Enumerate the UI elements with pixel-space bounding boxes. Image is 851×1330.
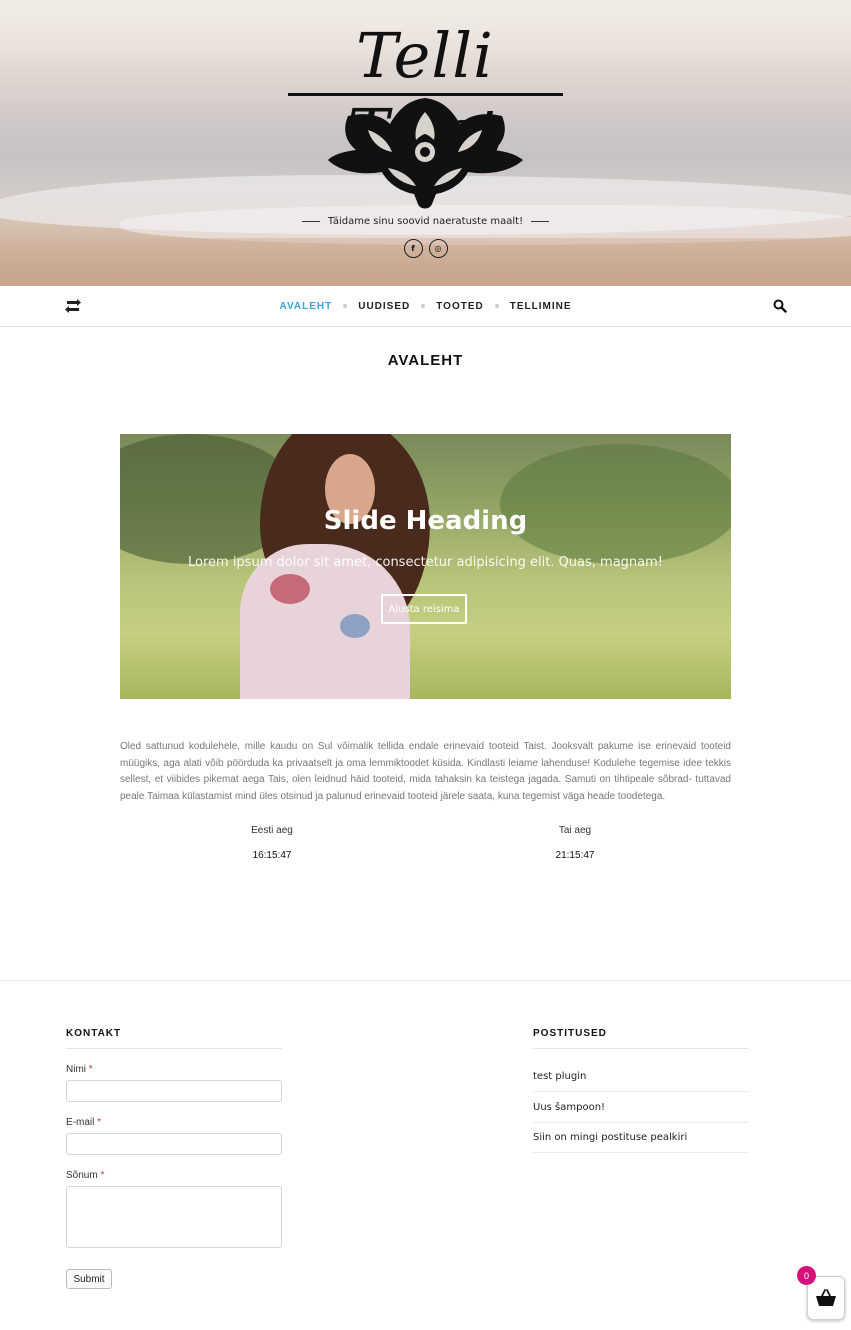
required-mark: * [97, 1117, 102, 1128]
clock-time-thailand: 21:15:47 [555, 850, 595, 861]
required-mark: * [100, 1170, 105, 1181]
clock-time-estonia: 16:15:47 [252, 850, 292, 861]
site-logo[interactable]: Telli Taist [270, 18, 580, 213]
nav-item-tooted: TOOTED [436, 301, 483, 312]
nav-link-uudised[interactable]: UUDISED [358, 301, 410, 312]
name-label: Nimi * [66, 1064, 93, 1075]
tagline-dash-left [301, 220, 320, 222]
nav-separator [484, 304, 510, 308]
main-navigation: AVALEHT UUDISED TOOTED TELLIMINE [0, 286, 851, 327]
search-icon[interactable] [773, 299, 787, 313]
header-banner: Telli Taist Täidame sinu soovid naeratus… [0, 0, 851, 286]
nav-item-tellimine: TELLIMINE [510, 301, 572, 312]
slide-background-trees [500, 444, 731, 564]
footer-divider [0, 980, 851, 981]
clock-label-estonia: Eesti aeg [251, 825, 293, 836]
slide-heading: Slide Heading [323, 506, 528, 536]
nav-link-tooted[interactable]: TOOTED [436, 301, 483, 312]
social-links: f ◎ [0, 239, 851, 258]
intro-paragraph: Oled sattunud kodulehele, mille kaudu on… [120, 741, 731, 803]
posts-widget-title: POSTITUSED [533, 1028, 748, 1049]
nav-dot [421, 304, 426, 308]
tagline-dash-right [531, 220, 550, 222]
hero-slider: Slide Heading Lorem ipsum dolor sit amet… [120, 434, 731, 699]
nav-link-tellimine[interactable]: TELLIMINE [510, 301, 572, 312]
submit-button[interactable]: Submit [66, 1269, 112, 1289]
message-label-text: Sõnum [66, 1170, 98, 1181]
contact-widget-title: KONTAKT [66, 1028, 282, 1049]
slide-photo-pattern [340, 614, 370, 638]
message-field[interactable] [66, 1186, 282, 1248]
nav-dot [343, 304, 348, 308]
required-mark: * [88, 1064, 93, 1075]
post-link[interactable]: Siin on mingi postituse pealkiri [533, 1122, 748, 1153]
post-link[interactable]: Uus šampoon! [533, 1092, 748, 1123]
cart-count-badge: 0 [797, 1266, 816, 1285]
nav-item-avaleht: AVALEHT [279, 301, 332, 312]
instagram-icon[interactable]: ◎ [428, 239, 448, 258]
lotus-ornament-icon [328, 98, 523, 209]
clock-label-thailand: Tai aeg [558, 825, 592, 836]
nav-dot [494, 304, 499, 308]
slide-cta-button[interactable]: Alusta reisima [381, 594, 467, 624]
slide-photo-pattern [270, 574, 310, 604]
post-link[interactable]: test plugin [533, 1061, 748, 1092]
nav-separator [332, 304, 358, 308]
email-label-text: E-mail [66, 1117, 95, 1128]
nav-separator [410, 304, 436, 308]
nav-menu: AVALEHT UUDISED TOOTED TELLIMINE [0, 286, 851, 326]
nav-link-avaleht[interactable]: AVALEHT [279, 301, 332, 312]
name-field[interactable] [66, 1080, 282, 1102]
page-title: AVALEHT [387, 352, 464, 369]
message-label: Sõnum * [66, 1170, 104, 1181]
slide-text: Lorem ipsum dolor sit amet, consectetur … [188, 555, 663, 570]
email-label: E-mail * [66, 1117, 101, 1128]
site-tagline: Täidame sinu soovid naeratuste maalt! [327, 216, 524, 227]
facebook-icon[interactable]: f [403, 239, 423, 258]
email-field[interactable] [66, 1133, 282, 1155]
basket-icon [816, 1289, 836, 1306]
nav-item-uudised: UUDISED [358, 301, 410, 312]
name-label-text: Nimi [66, 1064, 86, 1075]
site-tagline-row: Täidame sinu soovid naeratuste maalt! [0, 216, 851, 227]
